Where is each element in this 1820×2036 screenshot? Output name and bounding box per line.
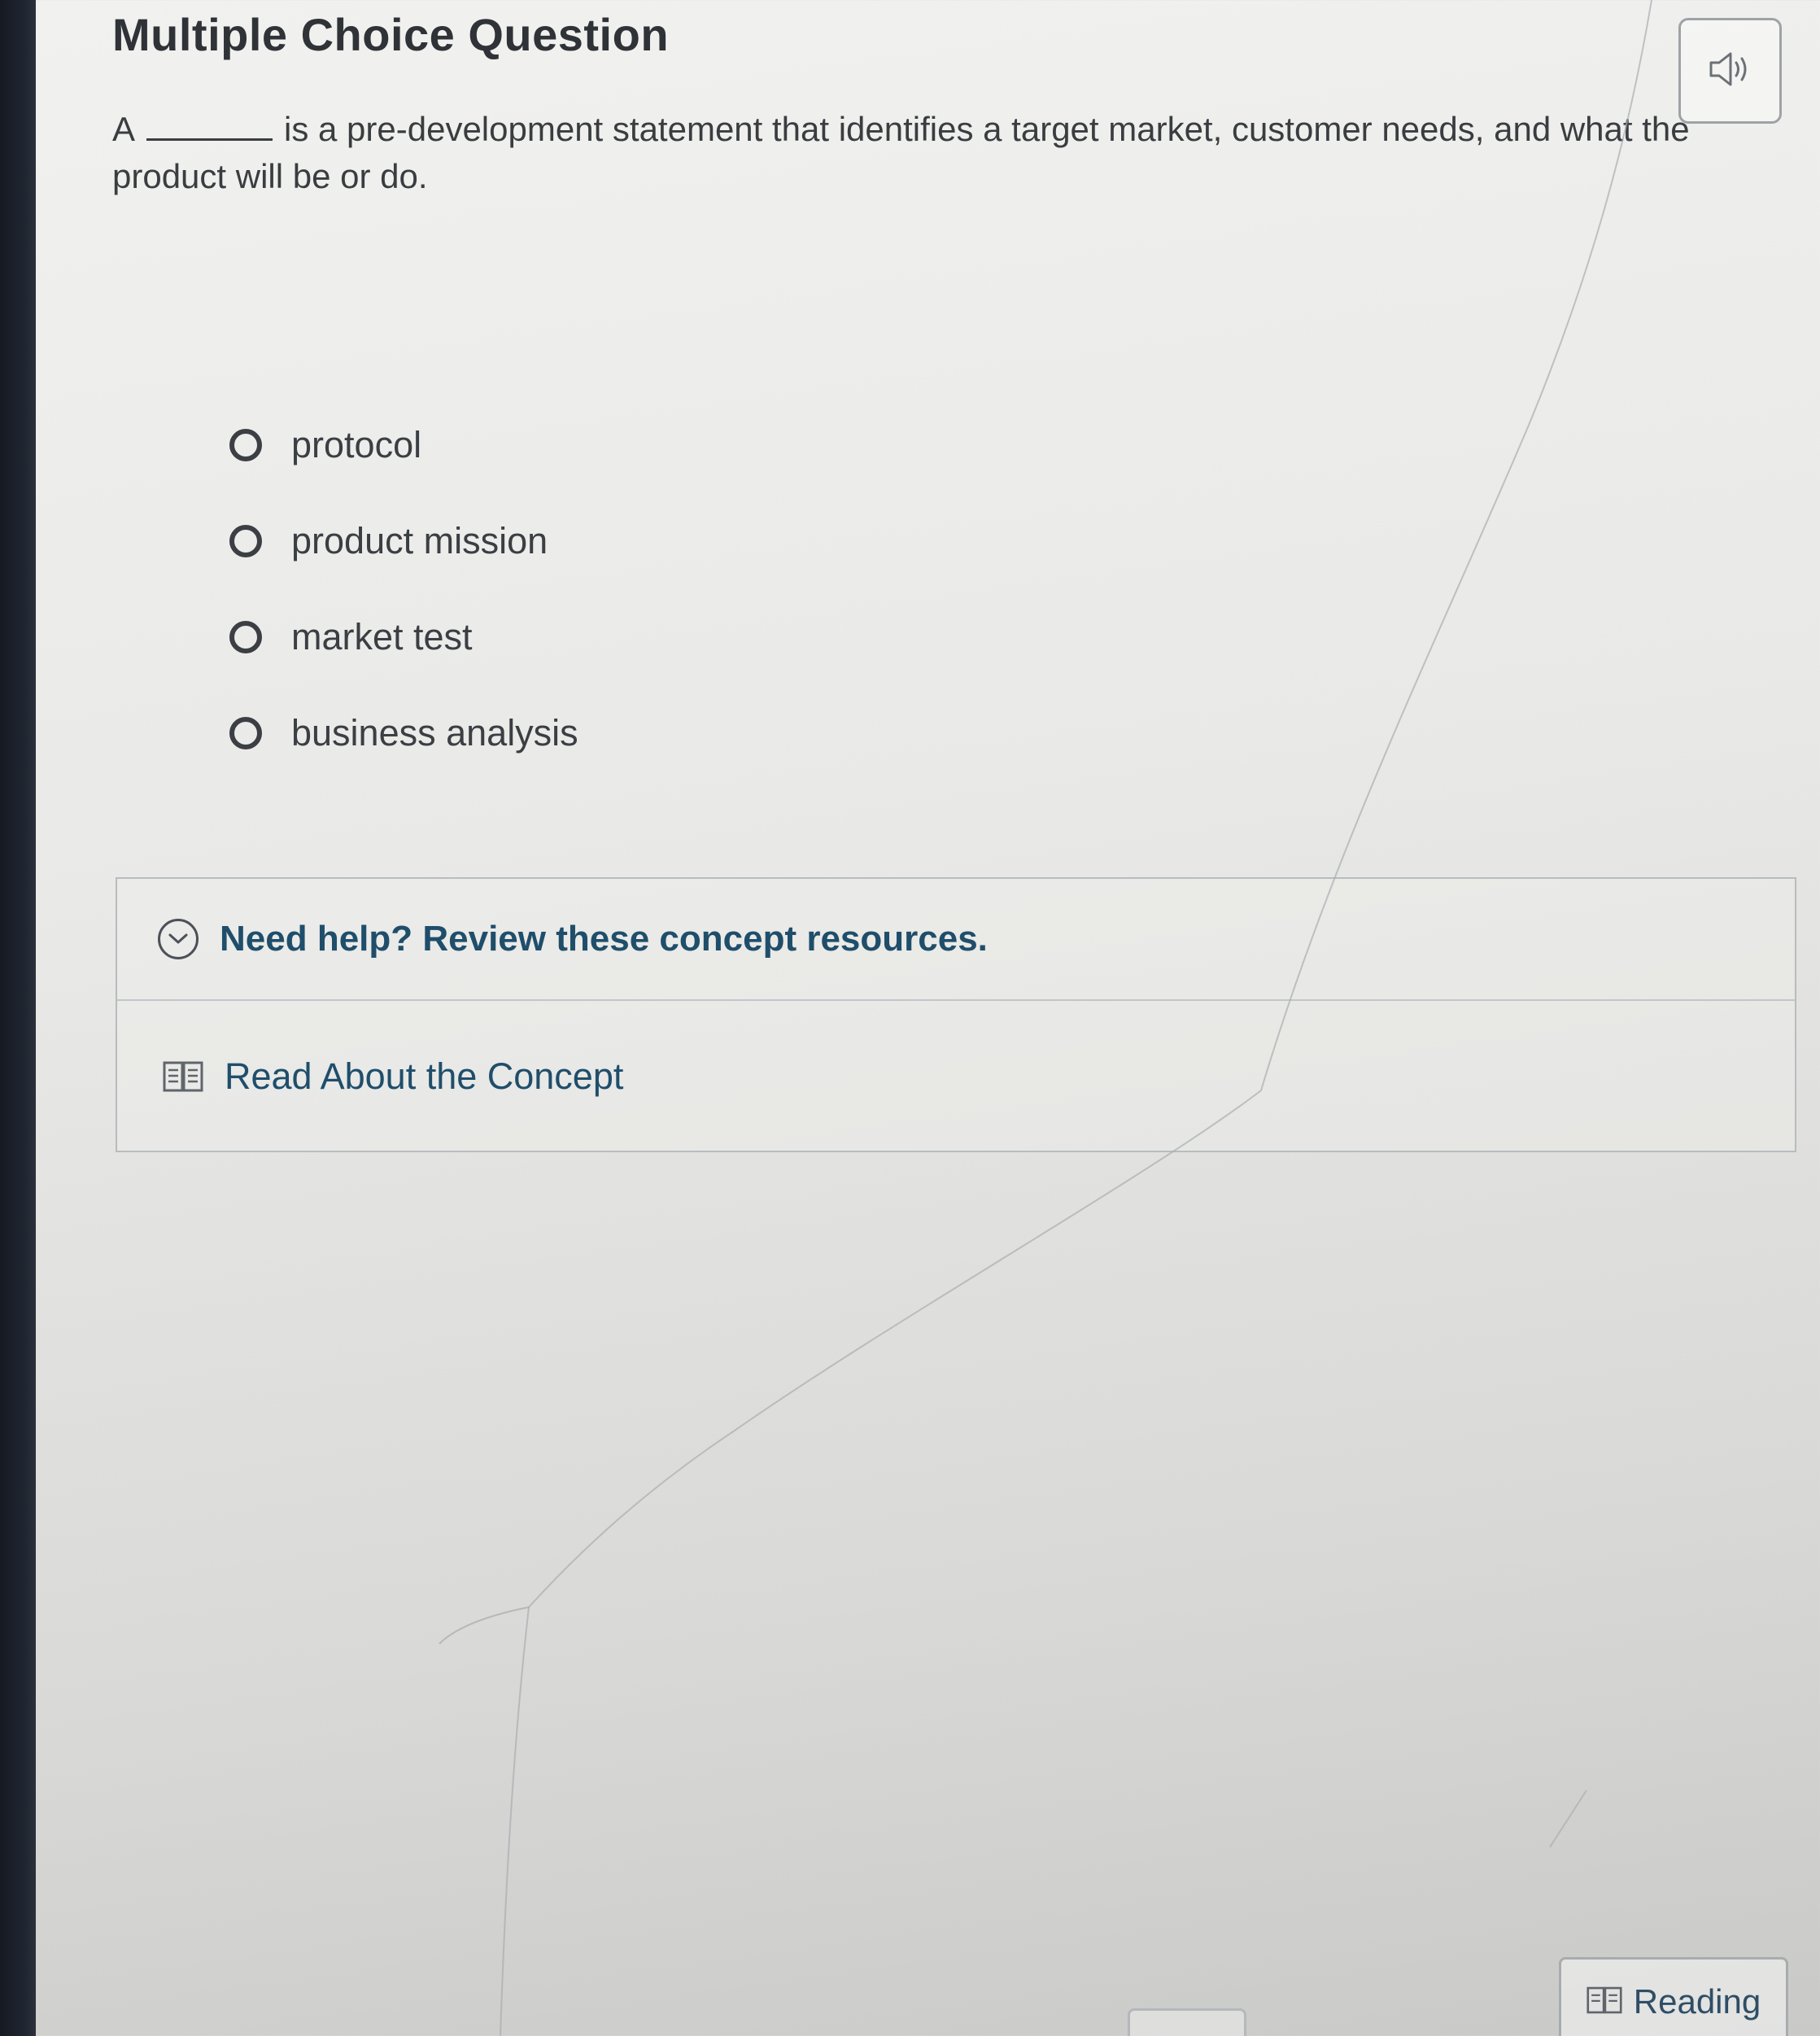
radio-button[interactable] [229, 717, 262, 749]
book-icon [163, 1060, 203, 1093]
concept-resources-panel: Need help? Review these concept resource… [116, 877, 1796, 1152]
option-label: protocol [291, 424, 422, 465]
answer-options: protocol product mission market test bus… [229, 397, 578, 781]
concept-resources-title: Need help? Review these concept resource… [220, 919, 988, 959]
reading-label: Reading [1633, 1982, 1761, 2021]
radio-button[interactable] [229, 525, 262, 557]
question-text: Ais a pre-development statement that ide… [112, 106, 1739, 200]
option-label: product mission [291, 520, 548, 561]
option-protocol[interactable]: protocol [229, 397, 578, 493]
question-body: is a pre-development statement that iden… [112, 110, 1690, 195]
question-prefix: A [112, 110, 136, 148]
answer-blank [146, 113, 273, 141]
radio-button[interactable] [229, 429, 262, 461]
read-about-concept-label: Read About the Concept [225, 1055, 624, 1097]
option-label: market test [291, 616, 473, 658]
option-market-test[interactable]: market test [229, 589, 578, 685]
speaker-icon [1708, 50, 1753, 92]
option-business-analysis[interactable]: business analysis [229, 685, 578, 781]
concept-resources-toggle[interactable]: Need help? Review these concept resource… [117, 879, 1795, 1001]
radio-button[interactable] [229, 621, 262, 653]
chevron-down-circle-icon [158, 919, 199, 959]
screen-bezel [0, 0, 36, 2036]
option-label: business analysis [291, 712, 578, 754]
read-about-concept-link[interactable]: Read About the Concept [117, 1001, 1795, 1152]
book-icon [1586, 1985, 1622, 2020]
option-product-mission[interactable]: product mission [229, 493, 578, 589]
reading-button[interactable]: Reading [1559, 1957, 1788, 2036]
footer-tab[interactable] [1128, 2008, 1246, 2036]
page-title: Multiple Choice Question [112, 9, 670, 60]
